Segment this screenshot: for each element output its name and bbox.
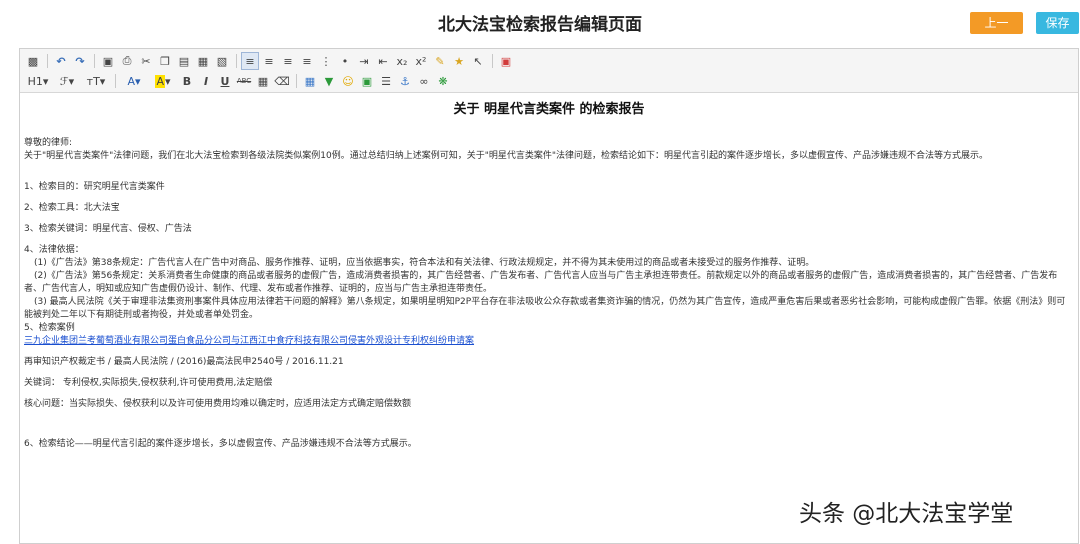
source-icon[interactable]: ▩ (24, 52, 42, 70)
preview-icon[interactable]: ▣ (99, 52, 117, 70)
undo-icon[interactable]: ↶ (52, 52, 70, 70)
toolbar-divider (492, 54, 493, 68)
fullscreen-icon[interactable]: ▣ (497, 52, 515, 70)
font-family-label: ℱ (59, 74, 69, 88)
save-button[interactable]: 保存 (1036, 12, 1079, 34)
law-clause-1: (1)《广告法》第38条规定：广告代言人在广告中对商品、服务作推荐、证明，应当依… (34, 258, 815, 268)
item-conclusion: 6、检索结论——明星代言引起的案件逐步增长，多以虚假宣传、产品涉嫌违规不合法等方… (24, 439, 417, 449)
font-size-dropdown[interactable]: тT ▾ (82, 72, 110, 90)
item-legal-basis: 4、法律依据： (24, 245, 84, 255)
indent-icon[interactable]: ⇥ (355, 52, 373, 70)
intro-paragraph: 关于"明星代言类案件"法律问题，我们在北大法宝检索到各级法院类似案例10例。通过… (24, 151, 989, 161)
law-clause-3: (3) 最高人民法院《关于审理非法集资刑事案件具体应用法律若干问题的解释》第八条… (24, 297, 1066, 320)
align-center-icon[interactable]: ≡ (260, 52, 278, 70)
ordered-list-icon[interactable]: ⋮ (317, 52, 335, 70)
salutation: 尊敬的律师: (24, 138, 73, 148)
highlight-label: A (155, 74, 165, 88)
emoji-icon[interactable]: ☺ (339, 72, 357, 90)
heading-label: H1 (27, 74, 43, 88)
item-tool: 2、检索工具：北大法宝 (24, 203, 120, 213)
unlink-icon[interactable]: ❋ (434, 72, 452, 90)
strikethrough-button[interactable]: ABC (235, 72, 253, 90)
bold-button[interactable]: B (178, 72, 196, 90)
page-title: 北大法宝检索报告编辑页面 (438, 15, 642, 35)
copy-icon[interactable]: ❐ (156, 52, 174, 70)
case-meta: 再审知识产权裁定书 / 最高人民法院 / (2016)最高法民申2540号 / … (24, 357, 344, 367)
case-link[interactable]: 三九企业集团兰考葡萄酒业有限公司蛋白食品分公司与江西江中食疗科技有限公司侵害外观… (20, 335, 1078, 348)
font-color-label: A (127, 74, 135, 88)
align-right-icon[interactable]: ≡ (279, 52, 297, 70)
subscript-icon[interactable]: x₂ (393, 52, 411, 70)
editor-content[interactable]: 关于 明星代言类案件 的检索报告 尊敬的律师: 关于"明星代言类案件"法律问题，… (20, 93, 1078, 451)
rich-text-editor: ▩ ↶ ↷ ▣ ⎙ ✂ ❐ ▤ ▦ ▧ ≡ ≡ ≡ ≡ ⋮ • ⇥ ⇤ x₂ x… (19, 48, 1079, 544)
link-icon[interactable]: ∞ (415, 72, 433, 90)
toolbar-divider (47, 54, 48, 68)
prev-step-button[interactable]: 上一步 (970, 12, 1023, 52)
print-icon[interactable]: ⎙ (118, 52, 136, 70)
toolbar-divider (115, 74, 116, 88)
editor-toolbar: ▩ ↶ ↷ ▣ ⎙ ✂ ❐ ▤ ▦ ▧ ≡ ≡ ≡ ≡ ⋮ • ⇥ ⇤ x₂ x… (20, 49, 1078, 93)
format-painter-icon[interactable]: ✎ (431, 52, 449, 70)
paste-word-icon[interactable]: ▧ (213, 52, 231, 70)
eraser-icon[interactable]: ⌫ (273, 72, 291, 90)
italic-button[interactable]: I (197, 72, 215, 90)
align-left-icon[interactable]: ≡ (241, 52, 259, 70)
outdent-icon[interactable]: ⇤ (374, 52, 392, 70)
paste-text-icon[interactable]: ▦ (194, 52, 212, 70)
toolbar-divider (296, 74, 297, 88)
underline-button[interactable]: U (216, 72, 234, 90)
select-icon[interactable]: ↖ (469, 52, 487, 70)
toolbar-row-1: ▩ ↶ ↷ ▣ ⎙ ✂ ❐ ▤ ▦ ▧ ≡ ≡ ≡ ≡ ⋮ • ⇥ ⇤ x₂ x… (20, 49, 1078, 71)
watermark: 头条 @北大法宝学堂 (799, 501, 1014, 527)
case-core-issue: 核心问题：当实际损失、侵权获利以及许可使用费用均难以确定时，应适用法定方式确定赔… (24, 399, 412, 409)
document-title: 关于 明星代言类案件 的检索报告 (453, 102, 645, 117)
paste-icon[interactable]: ▤ (175, 52, 193, 70)
redo-icon[interactable]: ↷ (71, 52, 89, 70)
toolbar-row-2: H1 ▾ ℱ ▾ тT ▾ A ▾ A ▾ B I U ABC ▦ ⌫ ▦ ▼ ☺ ▣ ☰… (20, 71, 1078, 91)
table-grid-icon[interactable]: ▦ (254, 72, 272, 90)
image-icon[interactable]: ▣ (358, 72, 376, 90)
page-break-icon[interactable]: ☰ (377, 72, 395, 90)
highlight-color-button[interactable]: A ▾ (149, 72, 177, 90)
toolbar-divider (94, 54, 95, 68)
unordered-list-icon[interactable]: • (336, 52, 354, 70)
toolbar-divider (236, 54, 237, 68)
clear-format-icon[interactable]: ★ (450, 52, 468, 70)
item-keywords: 3、检索关键词：明星代言、侵权、广告法 (24, 224, 192, 234)
heading-dropdown[interactable]: H1 ▾ (24, 72, 52, 90)
anchor-icon[interactable]: ⚓ (396, 72, 414, 90)
font-family-dropdown[interactable]: ℱ ▾ (53, 72, 81, 90)
superscript-icon[interactable]: x² (412, 52, 430, 70)
case-keywords: 关键词： 专利侵权,实际损失,侵权获利,许可使用费用,法定赔偿 (24, 378, 273, 388)
insert-row-icon[interactable]: ▼ (320, 72, 338, 90)
law-clause-2: (2)《广告法》第56条规定：关系消费者生命健康的商品或者服务的虚假广告，造成消… (24, 271, 1058, 294)
table-icon[interactable]: ▦ (301, 72, 319, 90)
cut-icon[interactable]: ✂ (137, 52, 155, 70)
item-cases: 5、检索案例 (24, 323, 75, 333)
font-color-button[interactable]: A ▾ (120, 72, 148, 90)
align-justify-icon[interactable]: ≡ (298, 52, 316, 70)
item-purpose: 1、检索目的：研究明星代言类案件 (24, 182, 165, 192)
font-size-label: тT (86, 74, 100, 88)
